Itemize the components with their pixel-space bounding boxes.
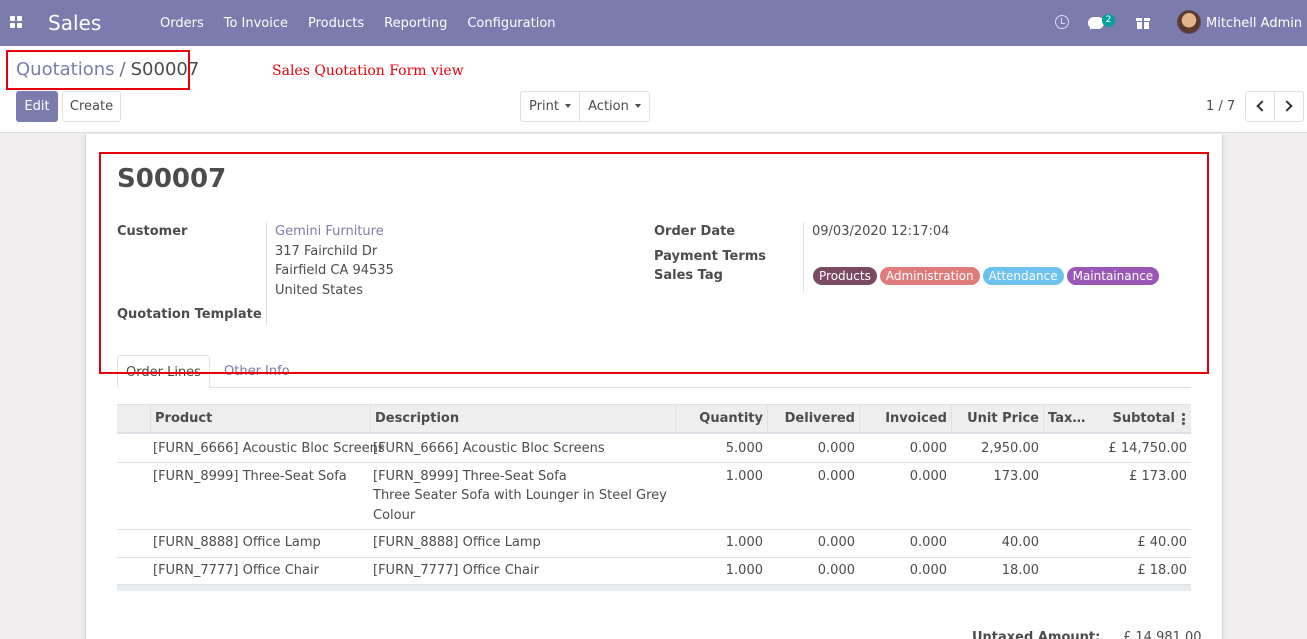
breadcrumb-separator: /	[119, 59, 126, 80]
payment-terms-label: Payment Terms	[654, 249, 767, 264]
row-invoiced: 0.000	[909, 469, 947, 484]
previous-button[interactable]	[1245, 91, 1275, 122]
untaxed-amount-value: £ 14,981.00	[1123, 630, 1202, 639]
edit-button[interactable]: Edit	[16, 91, 58, 122]
menu-to-invoice[interactable]: To Invoice	[224, 15, 288, 32]
top-navbar: Sales Orders To Invoice Products Reporti…	[0, 0, 1307, 46]
tab-order-lines[interactable]: Order Lines	[117, 355, 210, 388]
row-subtotal: £ 18.00	[1137, 563, 1187, 578]
address-line2: Fairfield CA 94535	[275, 263, 394, 278]
row-product: [FURN_8999] Three-Seat Sofa	[153, 469, 347, 484]
apps-grid-icon[interactable]	[10, 16, 22, 28]
annotation-label: Sales Quotation Form view	[272, 63, 464, 79]
row-unit-price: 40.00	[1001, 535, 1039, 550]
col-description[interactable]: Description	[370, 405, 675, 433]
col-invoiced[interactable]: Invoiced	[859, 405, 951, 433]
table-footer	[117, 584, 1191, 591]
chevron-left-icon	[1256, 100, 1268, 112]
tab-other-info[interactable]: Other Info	[224, 355, 290, 388]
tag-maintainance[interactable]: Maintainance	[1066, 267, 1160, 285]
col-taxes[interactable]: Tax…	[1043, 405, 1087, 433]
chat-count-badge: 2	[1102, 14, 1115, 27]
sales-tags: Products Administration Attendance Maint…	[813, 267, 1160, 285]
row-product: [FURN_7777] Office Chair	[153, 563, 319, 578]
col-quantity[interactable]: Quantity	[675, 405, 767, 433]
menu-orders[interactable]: Orders	[160, 15, 204, 32]
clock-icon[interactable]	[1055, 15, 1069, 29]
row-unit-price: 18.00	[1001, 563, 1039, 578]
row-description: [FURN_7777] Office Chair	[373, 563, 539, 578]
customer-label: Customer	[117, 224, 188, 239]
row-description: [FURN_6666] Acoustic Bloc Screens	[373, 441, 605, 456]
col-unit-price[interactable]: Unit Price	[951, 405, 1043, 433]
print-label: Print	[529, 99, 559, 114]
row-description: [FURN_8888] Office Lamp	[373, 535, 541, 550]
order-date-value[interactable]: 09/03/2020 12:17:04	[812, 224, 949, 240]
user-name[interactable]: Mitchell Admin	[1206, 15, 1302, 32]
gift-icon[interactable]	[1136, 16, 1150, 29]
row-unit-price: 173.00	[993, 469, 1040, 484]
row-quantity: 1.000	[725, 469, 763, 484]
address-line3: United States	[275, 283, 364, 298]
caret-down-icon	[564, 104, 571, 108]
next-button[interactable]	[1274, 91, 1304, 122]
row-invoiced: 0.000	[909, 563, 947, 578]
create-button[interactable]: Create	[62, 91, 121, 122]
row-delivered: 0.000	[817, 563, 855, 578]
row-product: [FURN_8888] Office Lamp	[153, 535, 321, 550]
row-invoiced: 0.000	[909, 535, 947, 550]
row-description: [FURN_8999] Three-Seat Sofa	[373, 469, 567, 484]
col-product[interactable]: Product	[150, 405, 370, 433]
row-delivered: 0.000	[817, 469, 855, 484]
row-invoiced: 0.000	[909, 441, 947, 456]
address-line1: 317 Fairchild Dr	[275, 244, 378, 259]
menu-configuration[interactable]: Configuration	[467, 15, 555, 32]
field-divider	[803, 222, 804, 292]
row-description-line2: Three Seater Sofa with Lounger in Steel …	[373, 488, 667, 503]
row-quantity: 5.000	[725, 441, 763, 456]
order-lines-header: Product Description Quantity Delivered I…	[117, 404, 1191, 434]
row-product: [FURN_6666] Acoustic Bloc Screens	[153, 441, 385, 456]
chevron-right-icon	[1281, 100, 1293, 112]
untaxed-amount-label: Untaxed Amount:	[972, 630, 1101, 639]
breadcrumb-current: S00007	[130, 59, 200, 80]
menu-products[interactable]: Products	[308, 15, 364, 32]
row-unit-price: 2,950.00	[981, 441, 1039, 456]
row-delivered: 0.000	[817, 441, 855, 456]
document-title: S00007	[117, 164, 227, 194]
app-name: Sales	[48, 11, 102, 35]
menu-reporting[interactable]: Reporting	[384, 15, 447, 32]
row-subtotal: £ 40.00	[1137, 535, 1187, 550]
breadcrumb: Quotations / S00007	[16, 59, 199, 81]
row-description-line3: Colour	[373, 508, 416, 523]
sales-tag-label: Sales Tag	[654, 268, 723, 283]
avatar[interactable]	[1177, 10, 1201, 34]
control-panel: Quotations / S00007 Sales Quotation Form v…	[0, 46, 1307, 133]
action-button[interactable]: Action	[579, 91, 650, 122]
col-subtotal[interactable]: Subtotal	[1087, 405, 1179, 433]
print-button[interactable]: Print	[520, 91, 580, 122]
order-date-label: Order Date	[654, 224, 736, 239]
tag-products[interactable]: Products	[813, 267, 877, 285]
action-label: Action	[588, 99, 629, 114]
row-delivered: 0.000	[817, 535, 855, 550]
row-quantity: 1.000	[725, 535, 763, 550]
pager-value[interactable]: 1 / 7	[1206, 99, 1235, 115]
row-subtotal: £ 14,750.00	[1108, 441, 1187, 456]
quotation-template-label: Quotation Template	[117, 307, 262, 322]
customer-link[interactable]: Gemini Furniture	[275, 224, 384, 240]
main-menu: Orders To Invoice Products Reporting Con…	[160, 15, 556, 32]
tag-attendance[interactable]: Attendance	[982, 267, 1064, 285]
caret-down-icon	[634, 104, 641, 108]
breadcrumb-quotations[interactable]: Quotations	[16, 59, 115, 80]
row-quantity: 1.000	[725, 563, 763, 578]
row-subtotal: £ 173.00	[1129, 469, 1187, 484]
col-delivered[interactable]: Delivered	[767, 405, 859, 433]
tag-administration[interactable]: Administration	[879, 267, 980, 285]
optional-columns-icon[interactable]	[1182, 413, 1185, 425]
field-divider	[266, 222, 267, 325]
